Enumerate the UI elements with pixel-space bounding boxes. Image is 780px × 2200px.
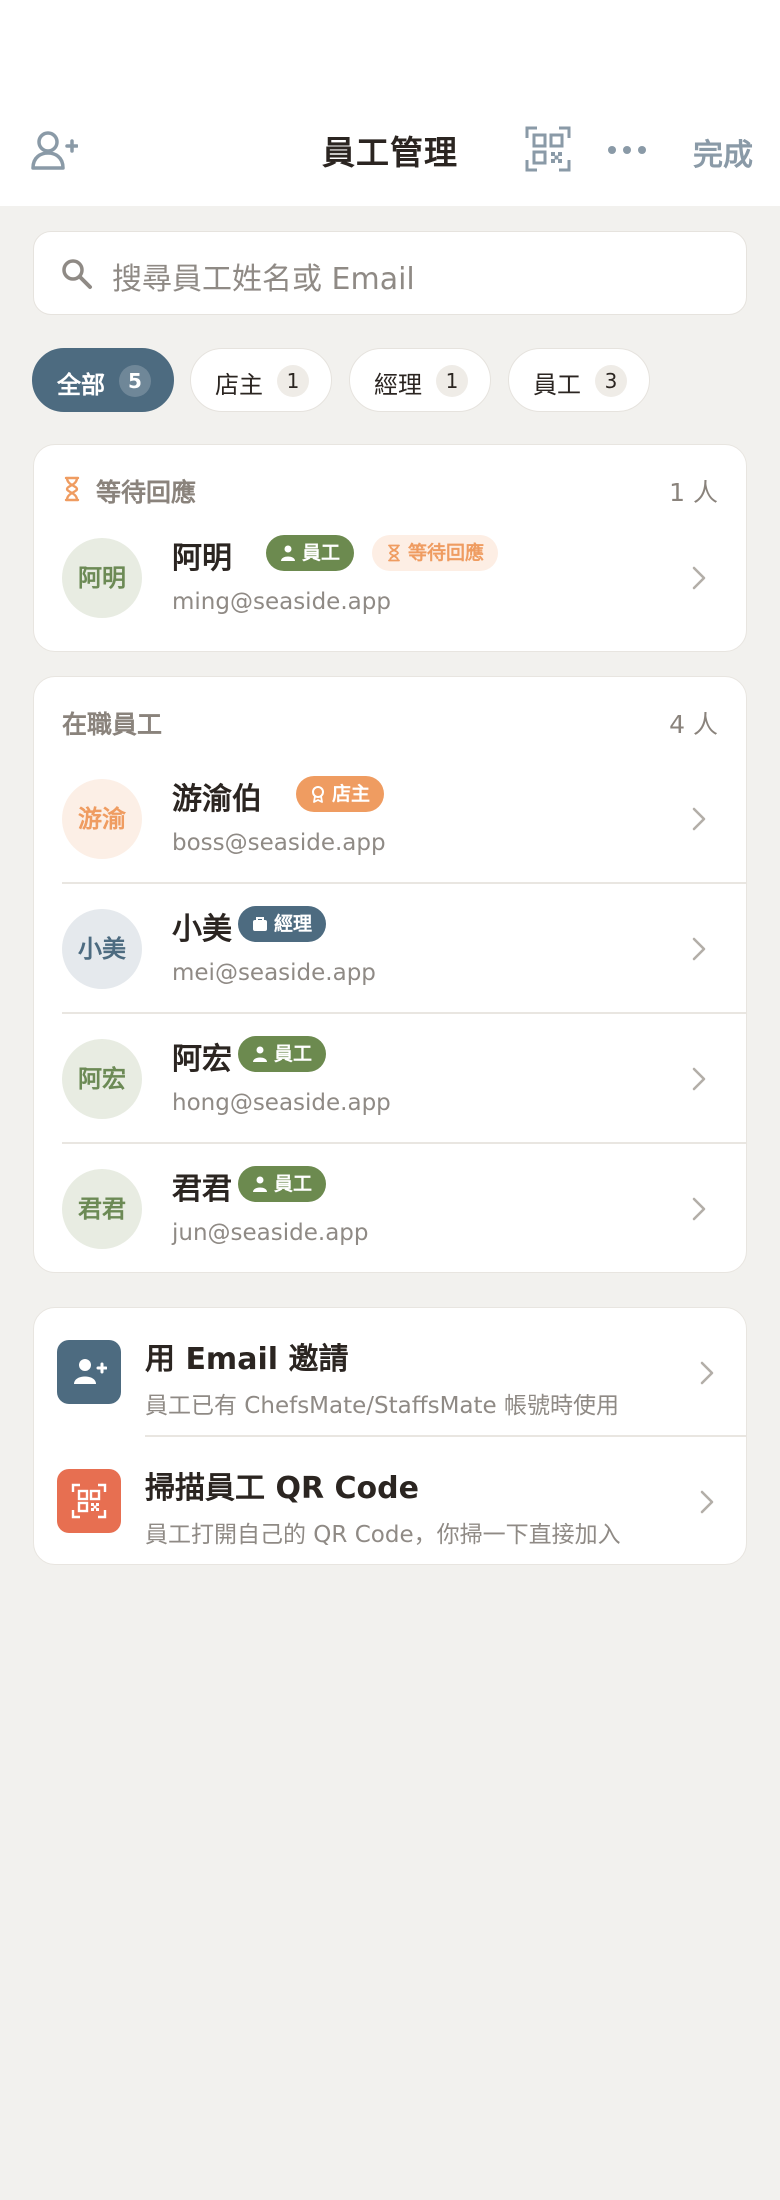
invite-by-email-button[interactable]: 用 Email 邀請 員工已有 ChefsMate/StaffsMate 帳號時…	[34, 1308, 746, 1437]
search-placeholder: 搜尋員工姓名或 Email	[112, 262, 415, 297]
filter-chip-count: 3	[595, 365, 627, 397]
chevron-right-icon	[692, 566, 706, 590]
status-badge-label: 等待回應	[408, 542, 485, 564]
page-title: 員工管理	[322, 133, 458, 172]
section-header: 在職員工 4 人	[62, 705, 718, 739]
filter-chip-label: 店主	[215, 371, 263, 399]
list-item[interactable]: 阿明 阿明 員工 等待回應 ming@seaside.app	[62, 513, 746, 643]
action-subtitle: 員工打開自己的 QR Code，你掃一下直接加入	[145, 1522, 621, 1548]
section-count: 4 人	[669, 710, 718, 739]
award-icon	[312, 786, 324, 803]
qr-code-icon[interactable]	[525, 126, 571, 172]
role-badge-label: 經理	[274, 913, 313, 935]
action-title: 掃描員工 QR Code	[145, 1471, 419, 1506]
filter-chip-label: 員工	[533, 371, 581, 399]
role-badge-label: 員工	[302, 542, 341, 564]
chevron-right-icon	[692, 1197, 706, 1221]
search-input[interactable]: 搜尋員工姓名或 Email	[33, 231, 747, 315]
filter-chip-manager[interactable]: 經理 1	[349, 348, 491, 412]
top-bar: 員工管理 完成	[0, 0, 780, 206]
person-icon	[253, 1176, 267, 1192]
member-email: boss@seaside.app	[172, 830, 386, 856]
avatar: 君君	[62, 1169, 142, 1249]
person-icon	[253, 1046, 267, 1062]
qr-scan-icon	[57, 1469, 121, 1533]
member-name: 游渝伯	[172, 782, 262, 817]
action-subtitle: 員工已有 ChefsMate/StaffsMate 帳號時使用	[145, 1393, 619, 1419]
member-email: ming@seaside.app	[172, 589, 391, 615]
member-name: 阿宏	[172, 1042, 232, 1077]
list-item[interactable]: 阿宏 阿宏 員工 hong@seaside.app	[62, 1014, 746, 1144]
chevron-right-icon	[692, 807, 706, 831]
member-name: 阿明	[172, 541, 232, 576]
filter-chip-label: 經理	[374, 371, 422, 399]
chevron-right-icon	[692, 937, 706, 961]
avatar: 阿宏	[62, 1039, 142, 1119]
active-staff-section: 在職員工 4 人 游渝 游渝伯 店主 boss@seaside.app 小美 小…	[33, 676, 747, 1273]
member-name: 小美	[172, 912, 232, 947]
list-item[interactable]: 君君 君君 員工 jun@seaside.app	[62, 1144, 746, 1274]
avatar: 游渝	[62, 779, 142, 859]
chevron-right-icon	[700, 1361, 714, 1385]
role-badge-label: 員工	[274, 1043, 313, 1065]
filter-chip-owner[interactable]: 店主 1	[190, 348, 332, 412]
section-title: 在職員工	[62, 710, 163, 739]
role-badge: 員工	[238, 1036, 327, 1072]
hourglass-icon	[64, 476, 80, 502]
role-badge-label: 員工	[274, 1173, 313, 1195]
list-item[interactable]: 游渝 游渝伯 店主 boss@seaside.app	[62, 754, 746, 884]
briefcase-icon	[253, 917, 267, 931]
done-button[interactable]: 完成	[693, 130, 753, 174]
role-badge: 員工	[238, 1166, 327, 1202]
member-email: mei@seaside.app	[172, 960, 376, 986]
action-title: 用 Email 邀請	[145, 1342, 349, 1377]
invite-actions: 用 Email 邀請 員工已有 ChefsMate/StaffsMate 帳號時…	[33, 1307, 747, 1565]
role-badge-label: 店主	[332, 783, 371, 805]
filter-chip-count: 5	[119, 365, 151, 397]
member-name: 君君	[172, 1172, 232, 1207]
more-icon[interactable]	[607, 138, 647, 162]
member-email: hong@seaside.app	[172, 1090, 391, 1116]
add-user-icon	[57, 1340, 121, 1404]
pending-section: 等待回應 1 人 阿明 阿明 員工 等待回應 ming@seaside.app	[33, 444, 747, 652]
chevron-right-icon	[700, 1490, 714, 1514]
section-count: 1 人	[669, 478, 718, 507]
member-email: jun@seaside.app	[172, 1220, 369, 1246]
search-icon	[62, 259, 92, 289]
hourglass-icon	[388, 544, 400, 562]
role-badge: 員工	[266, 535, 355, 571]
chevron-right-icon	[692, 1067, 706, 1091]
status-badge: 等待回應	[372, 535, 499, 571]
section-title: 等待回應	[96, 478, 197, 507]
avatar: 小美	[62, 909, 142, 989]
scan-qr-button[interactable]: 掃描員工 QR Code 員工打開自己的 QR Code，你掃一下直接加入	[34, 1437, 746, 1566]
person-icon	[281, 545, 295, 561]
section-header: 等待回應 1 人	[62, 473, 718, 507]
role-badge: 店主	[296, 776, 385, 812]
filter-chip-count: 1	[277, 365, 309, 397]
filter-chip-all[interactable]: 全部 5	[32, 348, 174, 412]
filter-chip-label: 全部	[57, 371, 105, 399]
list-item[interactable]: 小美 小美 經理 mei@seaside.app	[62, 884, 746, 1014]
role-badge: 經理	[238, 906, 327, 942]
filter-chip-count: 1	[436, 365, 468, 397]
filter-chip-staff[interactable]: 員工 3	[508, 348, 650, 412]
avatar: 阿明	[62, 538, 142, 618]
